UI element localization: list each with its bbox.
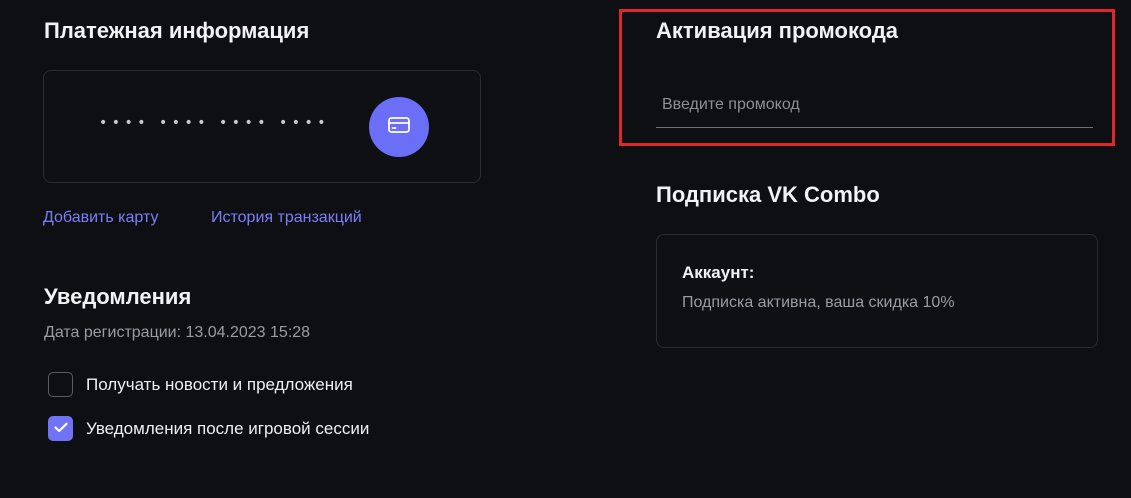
credit-card-icon [387, 115, 411, 140]
registration-date: Дата регистрации: 13.04.2023 15:28 [44, 324, 311, 341]
subscription-title: Подписка VK Combo [656, 182, 880, 207]
notifications-title: Уведомления [44, 284, 192, 309]
promo-code-input[interactable] [656, 82, 1093, 128]
session-notifications-option[interactable]: Уведомления после игровой сессии [48, 416, 369, 441]
promo-title: Активация промокода [656, 18, 899, 43]
payment-info-title: Платежная информация [44, 18, 310, 43]
add-card-link[interactable]: Добавить карту [43, 209, 158, 227]
subscription-status: Подписка активна, ваша скидка 10% [682, 294, 955, 311]
card-number-mask: •••• •••• •••• •••• [99, 115, 330, 131]
session-notifications-label: Уведомления после игровой сессии [86, 418, 370, 438]
subscription-panel: Аккаунт: Подписка активна, ваша скидка 1… [656, 234, 1098, 348]
news-offers-label: Получать новости и предложения [86, 374, 353, 394]
account-label: Аккаунт: [682, 263, 755, 282]
news-offers-checkbox[interactable] [48, 372, 73, 397]
transaction-history-link[interactable]: История транзакций [211, 209, 362, 227]
news-offers-option[interactable]: Получать новости и предложения [48, 372, 353, 397]
card-button[interactable] [369, 97, 429, 157]
payment-card-panel: •••• •••• •••• •••• [43, 70, 481, 183]
checkmark-icon [53, 420, 68, 438]
account-settings-page: Платежная информация •••• •••• •••• ••••… [0, 0, 1131, 498]
session-notifications-checkbox[interactable] [48, 416, 73, 441]
